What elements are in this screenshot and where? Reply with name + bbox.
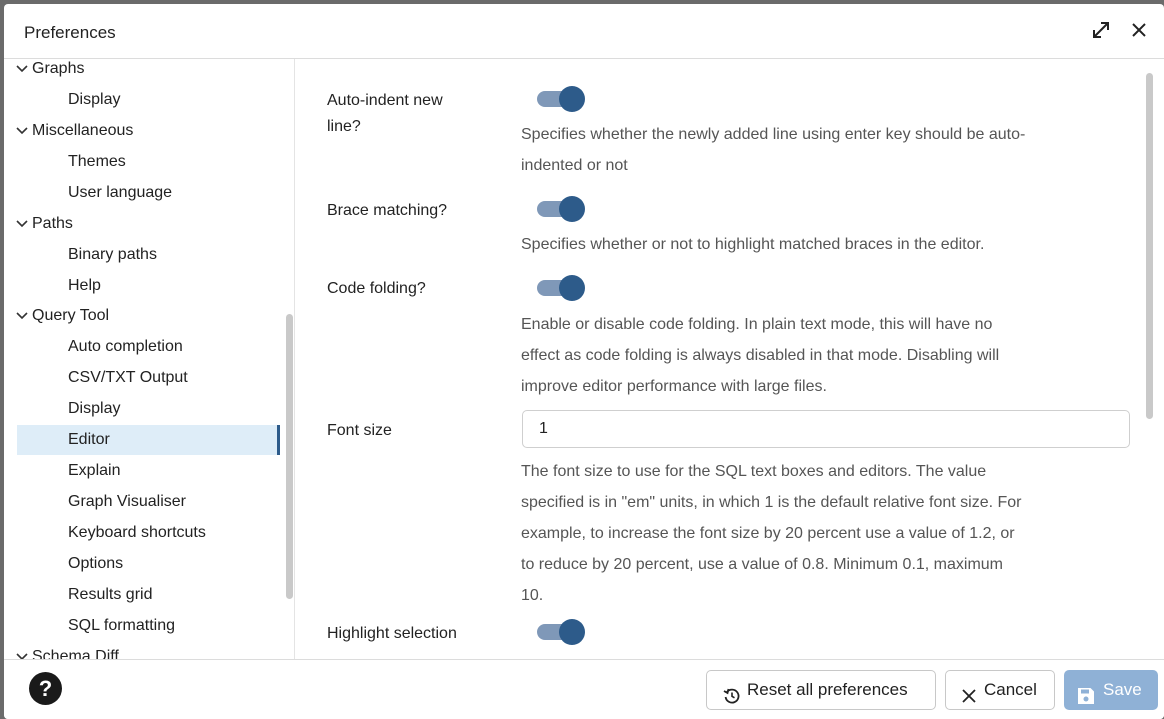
- tree-item-options[interactable]: Options: [4, 549, 280, 579]
- toggle-knob: [559, 196, 585, 222]
- chevron-down-icon: [15, 116, 29, 146]
- code-folding-description-line3: improve editor performance with large fi…: [521, 378, 827, 395]
- tree-item-label: Graphs: [32, 60, 85, 77]
- tree-group-schema-diff[interactable]: Schema Diff: [4, 642, 280, 659]
- chevron-down-icon: [15, 642, 29, 659]
- title-bar: Preferences: [4, 4, 1164, 59]
- tree-item-themes[interactable]: Themes: [4, 147, 280, 177]
- tree-item-explain[interactable]: Explain: [4, 456, 280, 486]
- chevron-down-icon: [15, 59, 29, 84]
- tree-item-csv-txt-output[interactable]: CSV/TXT Output: [4, 363, 280, 393]
- code-folding-description-line1: Enable or disable code folding. In plain…: [521, 316, 993, 333]
- tree-group-miscellaneous[interactable]: Miscellaneous: [4, 116, 280, 146]
- cancel-button[interactable]: Cancel: [945, 670, 1055, 710]
- dialog-footer: ? Reset all preferences Cancel Save: [4, 659, 1164, 719]
- auto-indent-label-line1: Auto-indent new: [327, 92, 443, 109]
- dialog-title: Preferences: [24, 23, 116, 42]
- tree-item-label: User language: [68, 184, 173, 201]
- tree-group-query-tool[interactable]: Query Tool: [4, 301, 280, 331]
- tree-item-graphs-display[interactable]: Display: [4, 85, 280, 115]
- font-size-description-line4: to reduce by 20 percent, use a value of …: [521, 556, 1004, 573]
- reset-all-preferences-button[interactable]: Reset all preferences: [706, 670, 936, 710]
- tree-item-label: Results grid: [68, 586, 153, 603]
- tree-item-label: SQL formatting: [68, 617, 176, 634]
- preferences-tree: Graphs Display Miscellaneous Themes User…: [4, 59, 295, 659]
- tree-item-label: Binary paths: [68, 246, 157, 263]
- help-button[interactable]: ?: [29, 672, 62, 705]
- font-size-description-line1: The font size to use for the SQL text bo…: [521, 463, 987, 480]
- tree-item-label: Graph Visualiser: [68, 493, 186, 510]
- auto-indent-label-line2: line?: [327, 118, 361, 135]
- tree-item-label: Explain: [68, 462, 121, 479]
- auto-indent-description-line2: indented or not: [521, 157, 628, 174]
- tree-item-query-tool-display[interactable]: Display: [4, 394, 280, 424]
- tree-item-keyboard-shortcuts[interactable]: Keyboard shortcuts: [4, 518, 280, 548]
- tree-item-label: Schema Diff: [32, 648, 119, 659]
- reset-all-preferences-label: Reset all preferences: [747, 680, 908, 699]
- font-size-label: Font size: [327, 422, 392, 439]
- tree-item-label: CSV/TXT Output: [68, 369, 188, 386]
- close-icon[interactable]: [1127, 18, 1151, 42]
- code-folding-description-line2: effect as code folding is always disable…: [521, 347, 1000, 364]
- brace-matching-description: Specifies whether or not to highlight ma…: [521, 236, 985, 253]
- tree-item-label: Miscellaneous: [32, 122, 134, 139]
- auto-indent-description-line1: Specifies whether the newly added line u…: [521, 126, 1026, 143]
- tree-item-label: Help: [68, 277, 101, 294]
- save-button[interactable]: Save: [1064, 670, 1158, 710]
- tree-item-sql-formatting[interactable]: SQL formatting: [4, 611, 280, 641]
- content-scrollbar[interactable]: [1146, 73, 1153, 419]
- font-size-description-line3: example, to increase the font size by 20…: [521, 525, 1015, 542]
- tree-item-label: Auto completion: [68, 338, 183, 355]
- brace-matching-toggle[interactable]: [537, 195, 585, 222]
- tree-item-label: Query Tool: [32, 307, 110, 324]
- highlight-selection-label: Highlight selection: [327, 625, 457, 642]
- font-size-description-line5: 10.: [521, 587, 544, 604]
- chevron-down-icon: [15, 209, 29, 239]
- auto-indent-toggle[interactable]: [537, 85, 585, 112]
- brace-matching-label: Brace matching?: [327, 202, 448, 219]
- tree-item-label: Display: [68, 400, 121, 417]
- tree-item-auto-completion[interactable]: Auto completion: [4, 332, 280, 362]
- chevron-down-icon: [15, 301, 29, 331]
- cancel-label: Cancel: [984, 680, 1037, 699]
- code-folding-label: Code folding?: [327, 280, 426, 297]
- tree-group-paths[interactable]: Paths: [4, 209, 280, 239]
- font-size-description-line2: specified is in "em" units, in which 1 i…: [521, 494, 1022, 511]
- tree-item-label: Keyboard shortcuts: [68, 524, 206, 541]
- tree-item-label: Display: [68, 91, 121, 108]
- tree-item-help[interactable]: Help: [4, 271, 280, 301]
- toggle-knob: [559, 275, 585, 301]
- expand-diagonal-icon[interactable]: [1089, 18, 1113, 42]
- floppy-disk-icon: [1077, 681, 1095, 704]
- tree-item-label: Editor: [68, 431, 110, 448]
- preferences-dialog: Preferences Graphs Display Miscellaneous…: [4, 4, 1164, 719]
- toggle-knob: [559, 619, 585, 645]
- font-size-input[interactable]: 1: [522, 410, 1130, 448]
- tree-item-label: Paths: [32, 215, 73, 232]
- save-label: Save: [1103, 680, 1142, 699]
- highlight-selection-toggle[interactable]: [537, 618, 585, 645]
- sidebar-scrollbar[interactable]: [286, 314, 293, 599]
- tree-item-binary-paths[interactable]: Binary paths: [4, 240, 280, 270]
- tree-item-results-grid[interactable]: Results grid: [4, 580, 280, 610]
- tree-item-editor[interactable]: Editor: [17, 425, 280, 455]
- code-folding-toggle[interactable]: [537, 274, 585, 301]
- toggle-knob: [559, 86, 585, 112]
- tree-item-label: Themes: [68, 153, 126, 170]
- reset-history-icon: [723, 681, 741, 704]
- close-icon: [960, 681, 978, 703]
- tree-item-graph-visualiser[interactable]: Graph Visualiser: [4, 487, 280, 517]
- tree-item-label: Options: [68, 555, 124, 572]
- tree-group-graphs[interactable]: Graphs: [4, 59, 280, 84]
- tree-item-user-language[interactable]: User language: [4, 178, 280, 208]
- editor-preferences-panel: Auto-indent new line? Specifies whether …: [295, 59, 1164, 659]
